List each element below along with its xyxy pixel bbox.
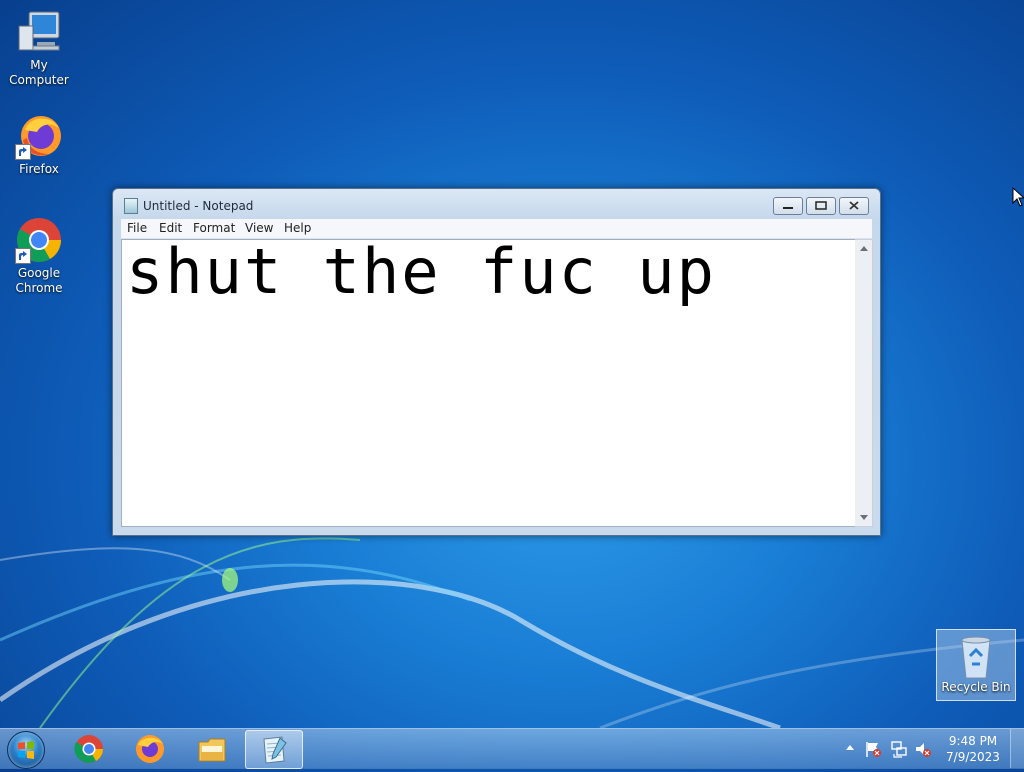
maximize-button[interactable] — [806, 197, 836, 215]
notepad-icon — [124, 198, 138, 214]
action-center-flag-icon[interactable] — [864, 740, 882, 758]
taskbar-notepad[interactable] — [245, 730, 303, 769]
taskbar-chrome[interactable] — [61, 730, 117, 767]
editor-content[interactable]: shut the fuc up — [126, 240, 716, 304]
close-button[interactable] — [839, 197, 869, 215]
desktop-icon-label: Firefox — [19, 162, 59, 176]
desktop-icon-my-computer[interactable]: My Computer — [0, 8, 78, 88]
desktop-icon-label: Recycle Bin — [941, 680, 1011, 694]
notepad-icon — [263, 736, 287, 764]
firefox-icon — [136, 735, 164, 763]
shortcut-arrow-icon — [15, 248, 31, 264]
desktop-icon-google-chrome[interactable]: Google Chrome — [0, 216, 78, 296]
desktop-icon-firefox[interactable]: Firefox — [0, 112, 78, 177]
clock-date: 7/9/2023 — [946, 750, 1000, 764]
show-desktop-button[interactable] — [1010, 729, 1024, 768]
chrome-icon — [74, 735, 103, 763]
restore-icon — [815, 201, 827, 210]
system-clock[interactable]: 9:48 PM 7/9/2023 — [940, 733, 1006, 765]
vertical-scrollbar[interactable] — [855, 239, 873, 527]
text-editor[interactable]: shut the fuc up — [121, 239, 856, 527]
menu-edit[interactable]: Edit — [159, 221, 182, 235]
desktop-icon-label: Google Chrome — [15, 266, 63, 295]
minimize-button[interactable] — [773, 197, 803, 215]
explorer-icon — [198, 738, 226, 762]
menu-format[interactable]: Format — [193, 221, 235, 235]
network-icon[interactable] — [890, 740, 908, 758]
desktop-icon-recycle-bin[interactable]: Recycle Bin — [936, 629, 1016, 701]
taskbar-explorer[interactable] — [184, 730, 240, 767]
start-button[interactable] — [7, 731, 45, 769]
computer-icon — [15, 8, 63, 56]
firefox-icon — [15, 112, 63, 160]
clock-time: 9:48 PM — [948, 734, 998, 748]
scroll-down-arrow-icon[interactable] — [860, 515, 868, 520]
notepad-window[interactable]: Untitled - Notepad File Edit Format View… — [112, 188, 881, 536]
minimize-icon — [783, 207, 793, 209]
shortcut-arrow-icon — [15, 144, 31, 160]
scroll-up-arrow-icon[interactable] — [860, 246, 868, 251]
taskbar-firefox[interactable] — [122, 730, 178, 767]
volume-muted-icon[interactable] — [914, 740, 932, 758]
menu-view[interactable]: View — [245, 221, 273, 235]
close-icon — [849, 201, 859, 210]
recycle-bin-icon — [952, 632, 1000, 680]
show-hidden-icons-arrow-icon[interactable] — [846, 745, 854, 750]
menu-file[interactable]: File — [127, 221, 147, 235]
menu-help[interactable]: Help — [284, 221, 311, 235]
window-title: Untitled - Notepad — [143, 199, 254, 213]
menu-bar: File Edit Format View Help — [121, 219, 872, 239]
chrome-icon — [15, 216, 63, 264]
windows-logo-icon — [18, 741, 34, 759]
desktop-icon-label: My Computer — [9, 58, 69, 87]
mouse-cursor-icon — [1012, 187, 1024, 207]
